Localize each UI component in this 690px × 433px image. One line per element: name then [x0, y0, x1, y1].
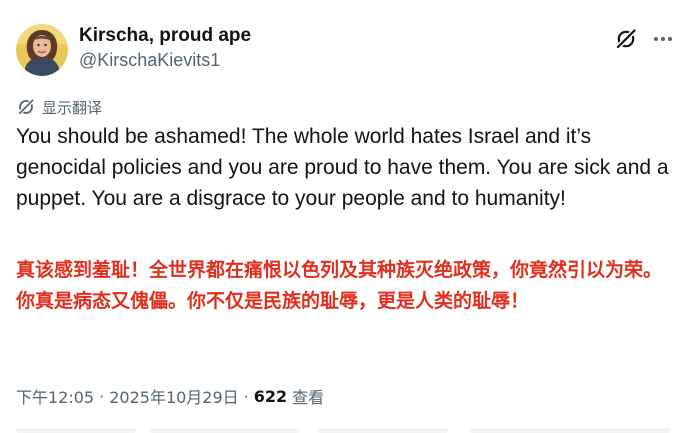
- tweet-date[interactable]: 2025年10月29日: [109, 384, 238, 408]
- translation-overlay-text: 真该感到羞耻！全世界都在痛恨以色列及其种族灭绝政策，你竟然引以为荣。你真是病态又…: [16, 259, 663, 312]
- tweet-header: Kirscha, proud ape @KirschaKievits1: [16, 22, 674, 78]
- translate-icon: [17, 98, 35, 116]
- display-name[interactable]: Kirscha, proud ape: [79, 24, 251, 48]
- avatar[interactable]: [16, 24, 68, 76]
- divider-segment: [16, 428, 136, 433]
- more-horizontal-icon: [654, 37, 672, 41]
- tweet-text: You should be ashamed! The whole world h…: [16, 125, 669, 210]
- tweet-time[interactable]: 下午12:05: [16, 384, 94, 408]
- views-label: 查看: [292, 388, 325, 407]
- divider-segment: [318, 428, 448, 433]
- more-options-button[interactable]: [652, 28, 674, 50]
- tweet-meta: 下午12:05 · 2025年10月29日 · 622 查看: [16, 384, 324, 408]
- divider-segment: [470, 428, 670, 433]
- show-translation-button[interactable]: 显示翻译: [16, 96, 102, 118]
- user-handle[interactable]: @KirschaKievits1: [79, 48, 251, 72]
- meta-separator: ·: [243, 386, 249, 406]
- user-avatar-photo: [16, 24, 68, 76]
- grok-button[interactable]: [614, 27, 638, 51]
- views-count: 622: [253, 386, 288, 406]
- user-identity: Kirscha, proud ape @KirschaKievits1: [79, 24, 251, 72]
- grok-icon: [615, 28, 637, 50]
- meta-separator: ·: [99, 386, 105, 406]
- divider-segment: [150, 428, 300, 433]
- tweet-top-actions: [614, 26, 674, 52]
- show-translation-label: 显示翻译: [42, 99, 103, 117]
- bottom-divider: [0, 428, 690, 433]
